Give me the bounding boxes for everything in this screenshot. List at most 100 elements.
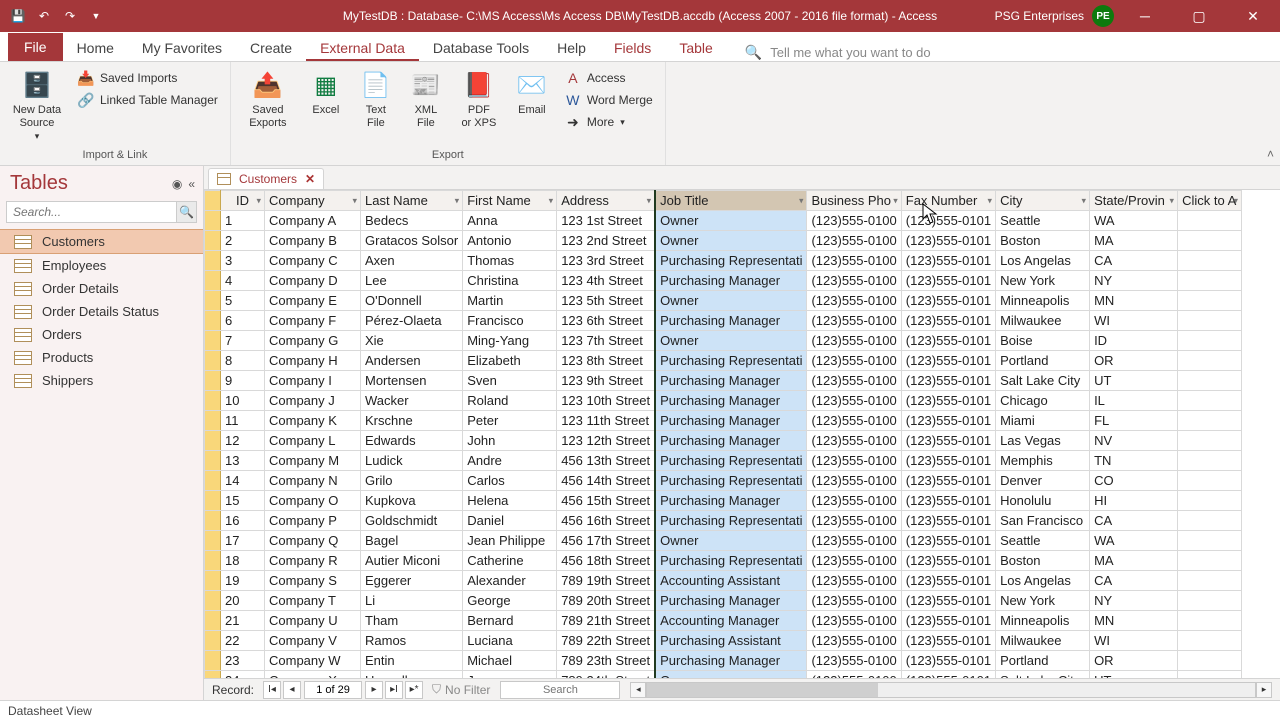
table-row[interactable]: 4Company DLeeChristina123 4th StreetPurc… <box>205 271 1242 291</box>
cell-addr[interactable]: 456 16th Street <box>557 511 655 531</box>
column-dropdown-icon[interactable]: ▾ <box>455 195 460 206</box>
cell-fax[interactable]: (123)555-0101 <box>901 211 995 231</box>
cell-company[interactable]: Company K <box>265 411 361 431</box>
cell-state[interactable]: MN <box>1090 611 1178 631</box>
cell-job[interactable]: Owner <box>655 331 807 351</box>
cell-id[interactable]: 5 <box>221 291 265 311</box>
cell-city[interactable]: Memphis <box>996 451 1090 471</box>
cell-fax[interactable]: (123)555-0101 <box>901 591 995 611</box>
minimize-button[interactable]: ─ <box>1122 0 1168 32</box>
table-row[interactable]: 24Company XHasselbergJonas789 24th Stree… <box>205 671 1242 679</box>
cell-fax[interactable]: (123)555-0101 <box>901 351 995 371</box>
row-selector[interactable] <box>205 371 221 391</box>
cell-job[interactable]: Owner <box>655 671 807 679</box>
cell-fax[interactable]: (123)555-0101 <box>901 631 995 651</box>
cell-first[interactable]: Anna <box>463 211 557 231</box>
cell-job[interactable]: Purchasing Manager <box>655 371 807 391</box>
record-search-input[interactable] <box>500 681 620 699</box>
saved-imports-button[interactable]: 📥Saved Imports <box>72 68 224 88</box>
cell-id[interactable]: 7 <box>221 331 265 351</box>
column-header-business-pho[interactable]: Business Pho▾ <box>807 191 901 211</box>
undo-icon[interactable]: ↶ <box>36 8 52 24</box>
cell-first[interactable]: Michael <box>463 651 557 671</box>
cell-addr[interactable]: 123 4th Street <box>557 271 655 291</box>
close-button[interactable]: ✕ <box>1230 0 1276 32</box>
cell-addr[interactable]: 456 15th Street <box>557 491 655 511</box>
cell-add[interactable] <box>1178 571 1242 591</box>
cell-state[interactable]: MN <box>1090 291 1178 311</box>
column-dropdown-icon[interactable]: ▾ <box>1170 195 1175 206</box>
column-header-id[interactable]: ID▾ <box>221 191 265 211</box>
cell-id[interactable]: 19 <box>221 571 265 591</box>
cell-company[interactable]: Company R <box>265 551 361 571</box>
tab-help[interactable]: Help <box>543 34 600 61</box>
record-new-button[interactable]: ▸* <box>405 681 423 699</box>
cell-addr[interactable]: 123 12th Street <box>557 431 655 451</box>
row-selector[interactable] <box>205 391 221 411</box>
cell-city[interactable]: Seattle <box>996 531 1090 551</box>
cell-company[interactable]: Company C <box>265 251 361 271</box>
cell-last[interactable]: Autier Miconi <box>361 551 463 571</box>
cell-company[interactable]: Company J <box>265 391 361 411</box>
cell-company[interactable]: Company P <box>265 511 361 531</box>
cell-addr[interactable]: 456 18th Street <box>557 551 655 571</box>
cell-last[interactable]: Xie <box>361 331 463 351</box>
cell-job[interactable]: Owner <box>655 231 807 251</box>
table-row[interactable]: 7Company GXieMing-Yang123 7th StreetOwne… <box>205 331 1242 351</box>
cell-fax[interactable]: (123)555-0101 <box>901 331 995 351</box>
cell-city[interactable]: New York <box>996 591 1090 611</box>
cell-city[interactable]: Los Angelas <box>996 571 1090 591</box>
cell-add[interactable] <box>1178 611 1242 631</box>
cell-bphone[interactable]: (123)555-0100 <box>807 371 901 391</box>
row-selector[interactable] <box>205 251 221 271</box>
cell-add[interactable] <box>1178 331 1242 351</box>
cell-company[interactable]: Company B <box>265 231 361 251</box>
cell-first[interactable]: Carlos <box>463 471 557 491</box>
cell-last[interactable]: Axen <box>361 251 463 271</box>
table-row[interactable]: 11Company KKrschnePeter123 11th StreetPu… <box>205 411 1242 431</box>
cell-first[interactable]: Ming-Yang <box>463 331 557 351</box>
row-selector[interactable] <box>205 671 221 679</box>
cell-company[interactable]: Company M <box>265 451 361 471</box>
cell-addr[interactable]: 123 1st Street <box>557 211 655 231</box>
cell-job[interactable]: Purchasing Manager <box>655 491 807 511</box>
cell-addr[interactable]: 789 24th Street <box>557 671 655 679</box>
datasheet-grid[interactable]: ID▾Company▾Last Name▾First Name▾Address▾… <box>204 190 1280 678</box>
cell-job[interactable]: Purchasing Assistant <box>655 631 807 651</box>
cell-first[interactable]: Andre <box>463 451 557 471</box>
column-header-city[interactable]: City▾ <box>996 191 1090 211</box>
cell-bphone[interactable]: (123)555-0100 <box>807 611 901 631</box>
tab-fields[interactable]: Fields <box>600 34 665 61</box>
cell-last[interactable]: Entin <box>361 651 463 671</box>
cell-id[interactable]: 15 <box>221 491 265 511</box>
cell-add[interactable] <box>1178 531 1242 551</box>
ribbon-collapse-icon[interactable]: ˄ <box>1267 147 1274 161</box>
cell-company[interactable]: Company H <box>265 351 361 371</box>
row-selector[interactable] <box>205 551 221 571</box>
record-filter[interactable]: ⛉No Filter <box>432 682 490 697</box>
cell-job[interactable]: Accounting Manager <box>655 611 807 631</box>
cell-city[interactable]: Denver <box>996 471 1090 491</box>
table-row[interactable]: 2Company BGratacos SolsorAntonio123 2nd … <box>205 231 1242 251</box>
cell-first[interactable]: Martin <box>463 291 557 311</box>
cell-city[interactable]: Boise <box>996 331 1090 351</box>
cell-addr[interactable]: 789 19th Street <box>557 571 655 591</box>
column-dropdown-icon[interactable]: ▾ <box>893 195 898 206</box>
record-last-button[interactable]: ▸I <box>385 681 403 699</box>
hscroll-thumb[interactable] <box>647 683 878 697</box>
cell-job[interactable]: Purchasing Representati <box>655 351 807 371</box>
cell-state[interactable]: OR <box>1090 651 1178 671</box>
cell-first[interactable]: Peter <box>463 411 557 431</box>
horizontal-scrollbar[interactable]: ◂ ▸ <box>630 682 1272 698</box>
table-row[interactable]: 19Company SEggererAlexander789 19th Stre… <box>205 571 1242 591</box>
table-row[interactable]: 18Company RAutier MiconiCatherine456 18t… <box>205 551 1242 571</box>
cell-state[interactable]: CA <box>1090 251 1178 271</box>
cell-city[interactable]: Milwaukee <box>996 631 1090 651</box>
text-file-button[interactable]: 📄Text File <box>353 66 399 129</box>
tell-me-search[interactable]: 🔍 Tell me what you want to do <box>745 44 1280 61</box>
cell-bphone[interactable]: (123)555-0100 <box>807 451 901 471</box>
saved-exports-button[interactable]: 📤Saved Exports <box>237 66 299 129</box>
cell-addr[interactable]: 789 23th Street <box>557 651 655 671</box>
cell-add[interactable] <box>1178 371 1242 391</box>
cell-company[interactable]: Company X <box>265 671 361 679</box>
